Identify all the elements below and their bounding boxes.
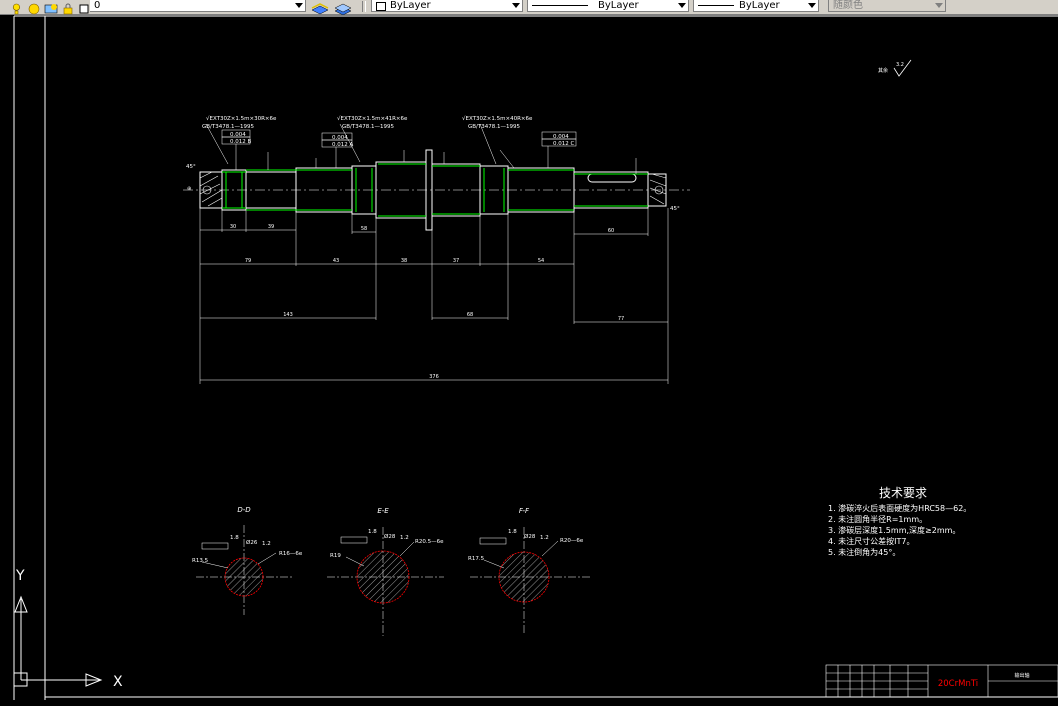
chevron-down-icon bbox=[935, 3, 943, 8]
svg-text:376: 376 bbox=[429, 374, 439, 380]
svg-text:79: 79 bbox=[245, 258, 251, 264]
svg-text:54: 54 bbox=[538, 258, 544, 264]
svg-text:77: 77 bbox=[618, 316, 624, 322]
svg-text:1.8: 1.8 bbox=[230, 535, 239, 541]
ucs-y-label: Y bbox=[15, 568, 25, 584]
note-1-line1: √EXT30Z×1.5m×30R×6e bbox=[206, 115, 277, 122]
roughness-value: 3.2 bbox=[896, 62, 904, 68]
svg-text:1.2: 1.2 bbox=[540, 535, 549, 541]
tol-3a: 0.004 bbox=[553, 134, 569, 140]
svg-text:R20—6e: R20—6e bbox=[560, 538, 584, 544]
svg-text:Ø28: Ø28 bbox=[524, 533, 536, 540]
material-text: 20CrMnTi bbox=[938, 679, 978, 689]
roughness-note: 其余 3.2 bbox=[878, 59, 912, 77]
svg-text:60: 60 bbox=[608, 228, 614, 234]
ucs-icon: Y X bbox=[13, 568, 123, 690]
note-1-line2: GB/T3478.1—1995 bbox=[202, 124, 254, 130]
layer-previous-icon[interactable] bbox=[334, 0, 352, 16]
chamfer-left: 45° bbox=[186, 164, 196, 170]
linetype-value: ByLayer bbox=[598, 0, 639, 11]
svg-text:58: 58 bbox=[361, 226, 367, 232]
svg-text:Ø28: Ø28 bbox=[384, 533, 396, 540]
svg-text:1.2: 1.2 bbox=[262, 541, 271, 547]
svg-text:4. 未注尺寸公差按IT7。: 4. 未注尺寸公差按IT7。 bbox=[828, 536, 915, 546]
tol-3b: 0.012 C bbox=[553, 141, 574, 147]
note-2-line1: √EXT30Z×1.5m×41R×6e bbox=[337, 115, 408, 122]
linetype-preview bbox=[532, 5, 588, 6]
dimension-values: 30 39 58 60 79 43 38 37 54 143 68 77 376 bbox=[230, 224, 624, 380]
svg-text:39: 39 bbox=[268, 224, 274, 230]
color-dropdown[interactable]: ByLayer bbox=[371, 0, 523, 12]
plotstyle-dropdown: 随颜色 bbox=[828, 0, 946, 12]
layer-color-icon[interactable] bbox=[79, 0, 89, 14]
layer-value: 0 bbox=[94, 0, 101, 11]
layer-viewport-freeze-icon[interactable] bbox=[44, 0, 58, 14]
svg-text:1.8: 1.8 bbox=[508, 529, 517, 535]
shaft-view: ⊕ bbox=[183, 149, 690, 231]
svg-text:43: 43 bbox=[333, 258, 339, 264]
cad-drawing: ⊕ √EXT30Z×1.5m×30R×6e GB/T3478.1—1995 √E… bbox=[13, 15, 1058, 700]
drawing-canvas[interactable]: ⊕ √EXT30Z×1.5m×30R×6e GB/T3478.1—1995 √E… bbox=[0, 15, 1058, 702]
dimension-lines bbox=[199, 208, 669, 384]
lineweight-value: ByLayer bbox=[739, 0, 780, 11]
svg-text:⊕: ⊕ bbox=[187, 186, 191, 192]
title-block: 20CrMnTi 输出轴 bbox=[825, 664, 1058, 698]
layer-on-icon[interactable] bbox=[12, 0, 21, 15]
svg-text:R17.5: R17.5 bbox=[468, 556, 485, 562]
layer-dropdown[interactable]: 0 bbox=[90, 0, 306, 12]
chevron-down-icon bbox=[808, 3, 816, 8]
shaft-seg-3 bbox=[245, 171, 297, 209]
svg-text:R16—6e: R16—6e bbox=[279, 551, 303, 557]
chevron-down-icon bbox=[678, 3, 686, 8]
lineweight-preview bbox=[698, 5, 734, 6]
svg-text:R20.5—6e: R20.5—6e bbox=[415, 539, 444, 545]
section-e-label: E-E bbox=[377, 507, 389, 515]
svg-text:68: 68 bbox=[467, 312, 473, 318]
tol-2b: 0.012 A bbox=[332, 142, 353, 148]
note-3-line1: √EXT30Z×1.5m×40R×6e bbox=[462, 115, 533, 122]
layer-freeze-icon[interactable] bbox=[27, 0, 41, 15]
tol-1b: 0.012 B bbox=[230, 139, 251, 145]
svg-text:1.8: 1.8 bbox=[368, 529, 377, 535]
plotstyle-value: 随颜色 bbox=[833, 0, 863, 11]
lineweight-dropdown[interactable]: ByLayer bbox=[693, 0, 819, 12]
layer-lock-icon[interactable] bbox=[62, 0, 74, 15]
tol-2a: 0.004 bbox=[332, 135, 348, 141]
svg-text:R19: R19 bbox=[330, 553, 341, 559]
svg-text:1.2: 1.2 bbox=[400, 535, 409, 541]
section-d-label: D-D bbox=[237, 506, 251, 514]
surface-mark: 其余 bbox=[878, 67, 888, 74]
toolbar-separator bbox=[362, 1, 366, 12]
note-3-line2: GB/T3478.1—1995 bbox=[468, 124, 520, 130]
ucs-x-label: X bbox=[113, 674, 123, 690]
svg-text:143: 143 bbox=[283, 312, 293, 318]
svg-text:38: 38 bbox=[401, 258, 407, 264]
properties-toolbar: 0 ByLayer ByLayer ByLayer 随颜色 bbox=[0, 0, 1058, 16]
svg-text:1. 渗碳淬火后表面硬度为HRC58—62。: 1. 渗碳淬火后表面硬度为HRC58—62。 bbox=[828, 503, 971, 513]
svg-text:2. 未注圆角半径R=1mm。: 2. 未注圆角半径R=1mm。 bbox=[828, 514, 927, 524]
make-object-layer-current-icon[interactable] bbox=[311, 0, 329, 15]
color-value: ByLayer bbox=[390, 0, 431, 11]
svg-text:3. 渗碳层深度1.5mm,深度≥2mm。: 3. 渗碳层深度1.5mm,深度≥2mm。 bbox=[828, 525, 960, 535]
section-f-label: F-F bbox=[519, 507, 530, 515]
svg-text:30: 30 bbox=[230, 224, 236, 230]
chevron-down-icon bbox=[512, 3, 520, 8]
technical-requirements: 技术要求 1. 渗碳淬火后表面硬度为HRC58—62。 2. 未注圆角半径R=1… bbox=[828, 486, 971, 557]
chamfer-right: 45° bbox=[670, 206, 680, 212]
section-views: D-D E-E F-F R13.5 R16—6e 1.8 Ø26 1.2 R19… bbox=[192, 506, 590, 636]
keyway bbox=[587, 173, 637, 183]
svg-text:37: 37 bbox=[453, 258, 459, 264]
linetype-dropdown[interactable]: ByLayer bbox=[527, 0, 689, 12]
note-2-line2: GB/T3478.1—1995 bbox=[342, 124, 394, 130]
part-name: 输出轴 bbox=[1014, 672, 1029, 679]
tol-1a: 0.004 bbox=[230, 132, 246, 138]
tech-req-title: 技术要求 bbox=[879, 486, 927, 500]
svg-text:5. 未注倒角为45°。: 5. 未注倒角为45°。 bbox=[828, 547, 900, 557]
svg-text:Ø26: Ø26 bbox=[246, 539, 258, 546]
chevron-down-icon bbox=[295, 3, 303, 8]
color-swatch bbox=[376, 2, 386, 11]
